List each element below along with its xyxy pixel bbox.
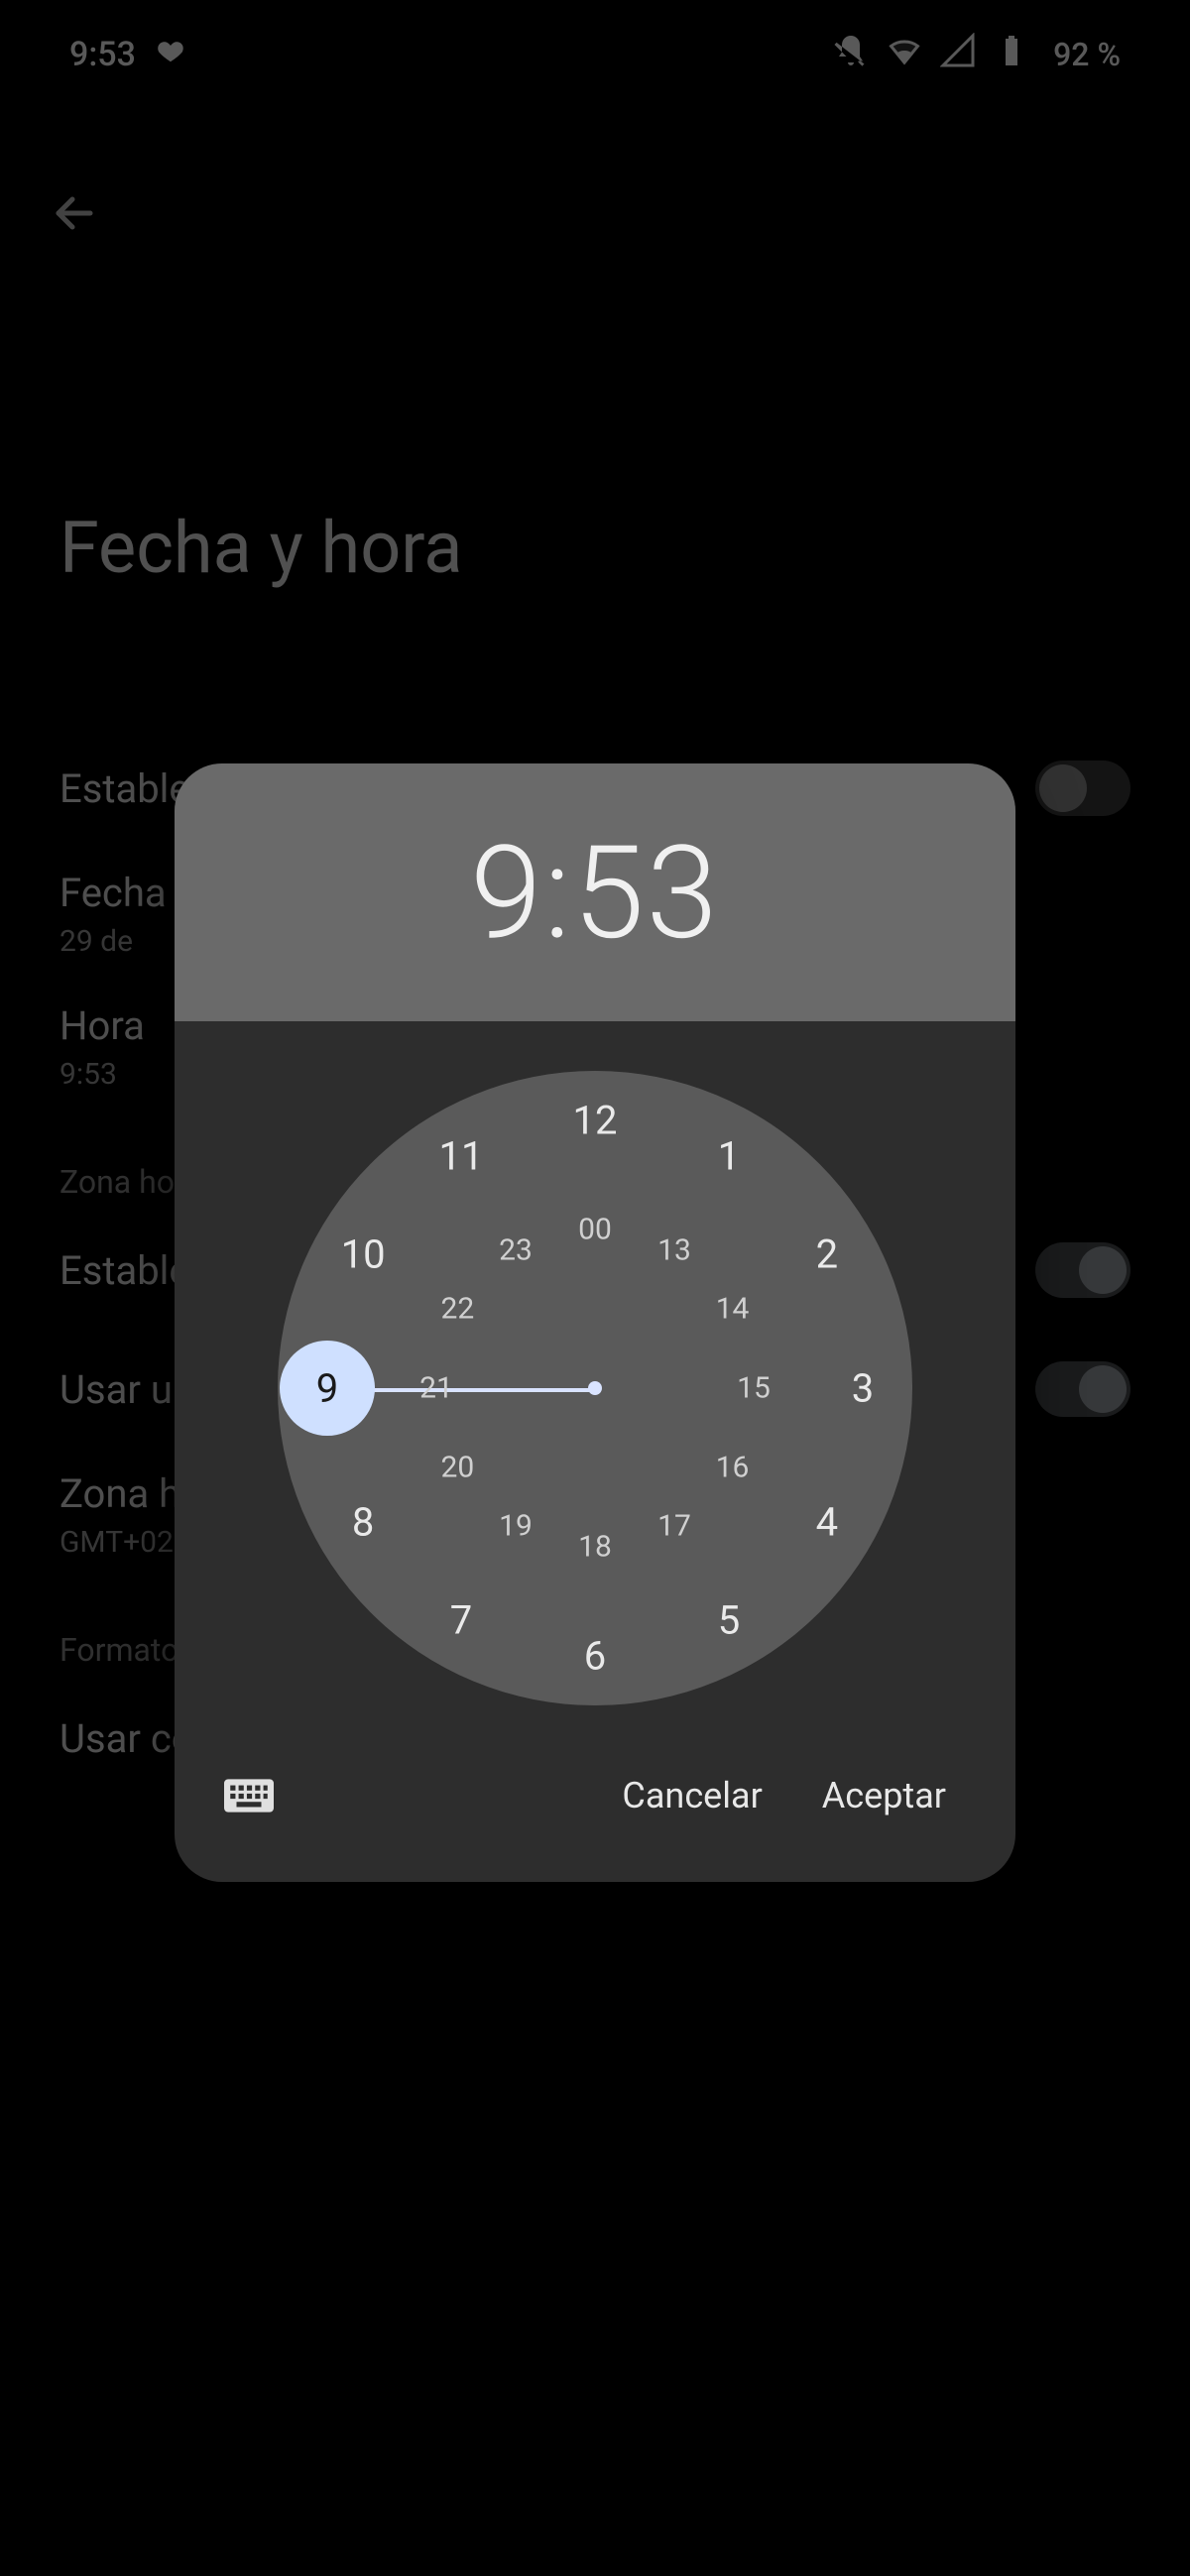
time-display[interactable]: 9:53 <box>470 817 720 969</box>
cancel-button[interactable]: Cancelar <box>592 1755 791 1836</box>
keyboard-input-button[interactable] <box>214 1761 284 1830</box>
clock-hour-inner-22[interactable]: 22 <box>441 1292 475 1327</box>
clock-hour-inner-23[interactable]: 23 <box>499 1233 533 1268</box>
clock-hour-inner-00[interactable]: 00 <box>578 1213 612 1247</box>
keyboard-icon <box>224 1776 274 1815</box>
clock-hour-12[interactable]: 12 <box>573 1098 618 1144</box>
clock-hour-7[interactable]: 7 <box>450 1596 472 1643</box>
clock-hour-10[interactable]: 10 <box>341 1231 386 1278</box>
clock-selected-hour[interactable]: 9 <box>280 1341 375 1436</box>
clock-hour-1[interactable]: 1 <box>718 1133 740 1180</box>
time-picker-header: 9:53 <box>175 763 1015 1021</box>
clock-hour-inner-17[interactable]: 17 <box>657 1508 691 1543</box>
clock-hour-inner-20[interactable]: 20 <box>441 1451 475 1485</box>
clock-hour-inner-21[interactable]: 21 <box>419 1371 453 1406</box>
clock-hour-inner-19[interactable]: 19 <box>499 1508 533 1543</box>
clock-hour-inner-16[interactable]: 16 <box>716 1451 750 1485</box>
clock-hour-inner-13[interactable]: 13 <box>657 1233 691 1268</box>
clock-face[interactable]: 912123456781011001314151617181920212223 <box>278 1071 912 1705</box>
clock-hour-inner-18[interactable]: 18 <box>578 1530 612 1565</box>
clock-hour-8[interactable]: 8 <box>352 1499 374 1546</box>
clock-hour-11[interactable]: 11 <box>439 1133 484 1180</box>
clock-hour-6[interactable]: 6 <box>584 1633 606 1680</box>
clock-hour-5[interactable]: 5 <box>718 1596 740 1643</box>
time-picker-dialog: 9:53 91212345678101100131415161718192021… <box>175 763 1015 1882</box>
ok-button[interactable]: Aceptar <box>792 1755 976 1836</box>
clock-hour-2[interactable]: 2 <box>816 1231 838 1278</box>
clock-hour-inner-15[interactable]: 15 <box>737 1371 771 1406</box>
clock-hour-3[interactable]: 3 <box>852 1365 874 1412</box>
clock-hour-inner-14[interactable]: 14 <box>716 1292 750 1327</box>
clock-hour-4[interactable]: 4 <box>816 1499 838 1546</box>
